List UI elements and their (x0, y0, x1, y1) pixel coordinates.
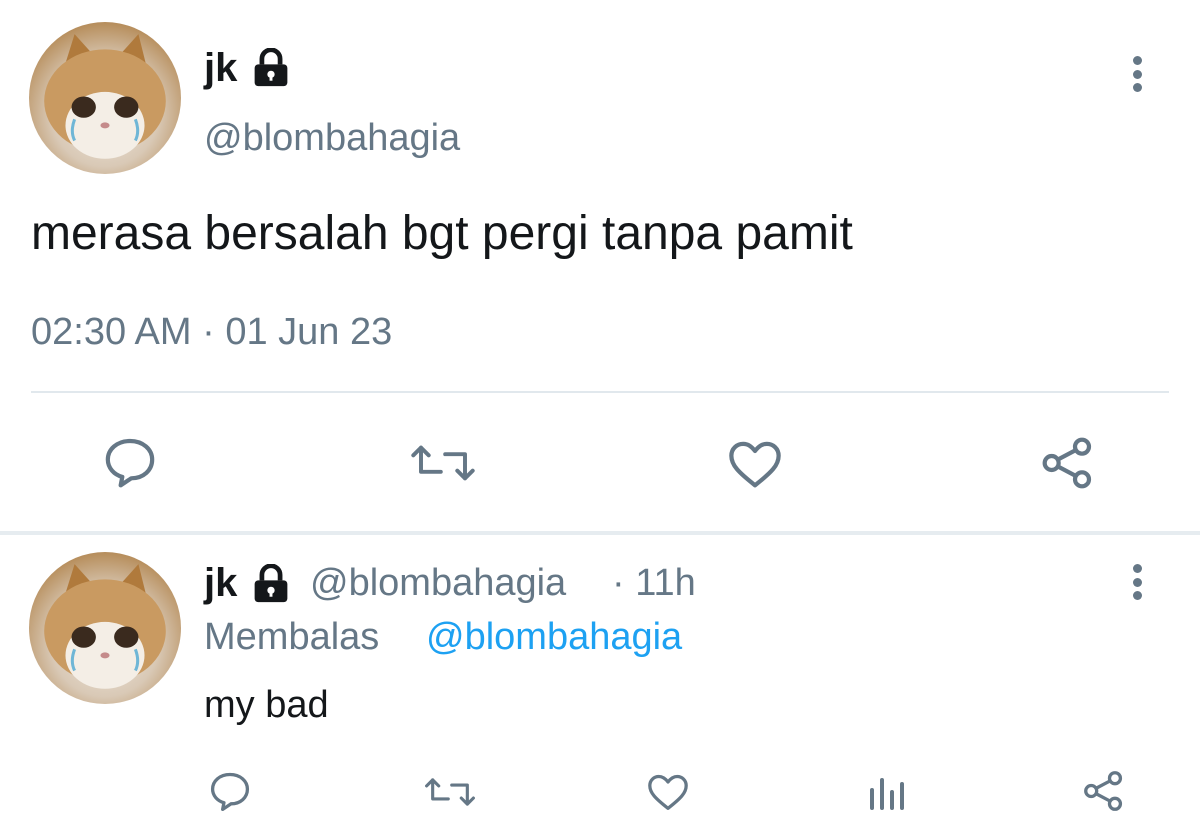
reply-icon[interactable] (208, 770, 252, 812)
like-icon[interactable] (646, 772, 690, 812)
replying-to-prefix: Membalas (204, 616, 380, 658)
retweet-icon[interactable] (410, 440, 476, 486)
reply-handle[interactable]: @blombahagia (310, 560, 566, 606)
cat-avatar-image (44, 564, 166, 689)
share-icon[interactable] (1040, 436, 1096, 490)
retweet-icon[interactable] (424, 774, 476, 810)
handle[interactable]: @blombahagia (204, 116, 460, 160)
lock-icon (248, 564, 294, 604)
display-name[interactable]: jk (204, 44, 237, 92)
replying-to-link[interactable]: @blombahagia (426, 614, 682, 660)
reply-icon[interactable] (102, 436, 158, 488)
like-icon[interactable] (726, 438, 784, 490)
reply-age: · 11h (612, 562, 696, 604)
lock-icon (248, 48, 294, 88)
reply-avatar[interactable] (29, 552, 181, 704)
reply-text: my bad (204, 684, 329, 726)
avatar[interactable] (29, 22, 181, 174)
section-divider (0, 531, 1200, 535)
divider (31, 391, 1169, 393)
tweet-text: merasa bersalah bgt pergi tanpa pamit (31, 207, 853, 260)
analytics-icon[interactable] (866, 774, 906, 810)
more-options-icon[interactable] (1130, 564, 1144, 600)
more-options-icon[interactable] (1130, 56, 1144, 92)
tweet-timestamp[interactable]: 02:30 AM · 01 Jun 23 (31, 310, 392, 354)
cat-avatar-image (44, 34, 166, 159)
share-icon[interactable] (1082, 770, 1126, 812)
reply-display-name[interactable]: jk (204, 560, 237, 606)
